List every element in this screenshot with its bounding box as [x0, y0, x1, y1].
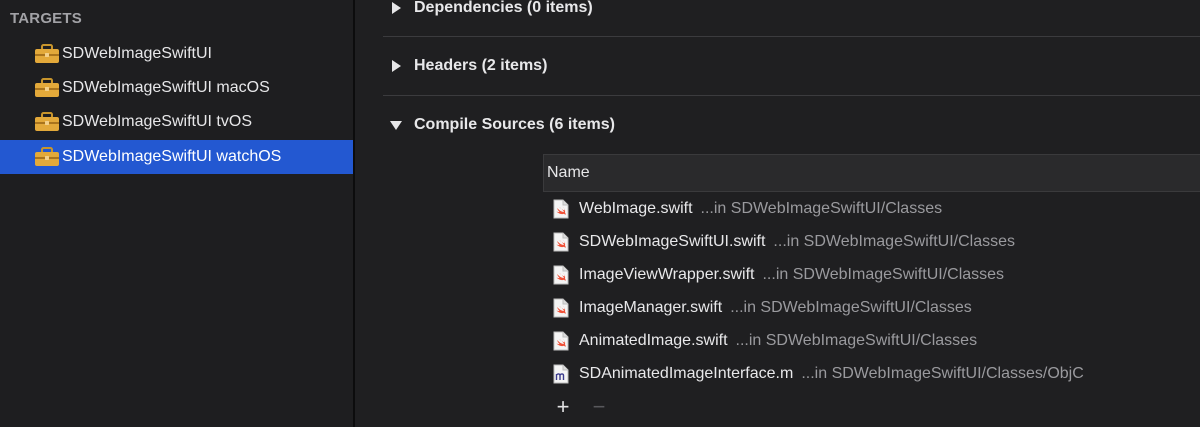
target-label: SDWebImageSwiftUI macOS: [62, 79, 270, 96]
table-row[interactable]: SDAnimatedImageInterface.m ...in SDWebIm…: [543, 357, 1200, 390]
phase-title: Dependencies (0 items): [414, 0, 593, 16]
file-location: ...in SDWebImageSwiftUI/Classes: [700, 199, 943, 217]
phase-separator: [383, 95, 1200, 96]
column-header-label: Name: [547, 164, 590, 181]
target-item-sdwebimageswiftui-watchos[interactable]: SDWebImageSwiftUI watchOS: [0, 140, 353, 174]
file-name: WebImage.swift: [579, 199, 693, 217]
targets-section-header: TARGETS: [10, 10, 82, 27]
toolbox-icon: [34, 78, 60, 98]
add-file-button[interactable]: +: [552, 396, 574, 418]
remove-file-button[interactable]: −: [588, 396, 610, 418]
swift-file-icon: [553, 331, 569, 351]
compile-sources-table: Name WebImage.swift ...in SDWebImageSwif…: [543, 154, 1200, 424]
disclosure-triangle-collapsed-icon[interactable]: [389, 1, 403, 15]
toolbox-icon: [34, 147, 60, 167]
swift-file-icon: [553, 199, 569, 219]
file-name: ImageManager.swift: [579, 298, 723, 316]
table-row[interactable]: ImageManager.swift ...in SDWebImageSwift…: [543, 291, 1200, 324]
target-item-sdwebimageswiftui-tvos[interactable]: SDWebImageSwiftUI tvOS: [0, 105, 353, 139]
file-name: SDWebImageSwiftUI.swift: [579, 232, 766, 250]
objc-file-icon: [553, 364, 569, 384]
file-location: ...in SDWebImageSwiftUI/Classes: [735, 331, 978, 349]
swift-file-icon: [553, 298, 569, 318]
file-name: ImageViewWrapper.swift: [579, 265, 755, 283]
target-label: SDWebImageSwiftUI watchOS: [62, 148, 282, 165]
phase-separator: [383, 36, 1200, 37]
file-location: ...in SDWebImageSwiftUI/Classes: [730, 298, 972, 316]
file-name: SDAnimatedImageInterface.m: [579, 364, 794, 382]
table-row[interactable]: SDWebImageSwiftUI.swift ...in SDWebImage…: [543, 225, 1200, 258]
table-header-name[interactable]: Name: [543, 154, 1200, 192]
disclosure-triangle-expanded-icon[interactable]: [389, 118, 403, 132]
table-row[interactable]: ImageViewWrapper.swift ...in SDWebImageS…: [543, 258, 1200, 291]
target-label: SDWebImageSwiftUI tvOS: [62, 113, 252, 130]
file-name: AnimatedImage.swift: [579, 331, 728, 349]
phase-title: Headers (2 items): [414, 57, 548, 74]
target-item-sdwebimageswiftui[interactable]: SDWebImageSwiftUI: [0, 37, 353, 71]
table-controls: + −: [543, 390, 1200, 424]
target-item-sdwebimageswiftui-macos[interactable]: SDWebImageSwiftUI macOS: [0, 71, 353, 105]
xcode-build-phases-window: TARGETS SDWebImageSwiftUI SDWebImageSwif…: [0, 0, 1200, 427]
file-location: ...in SDWebImageSwiftUI/Classes/ObjC: [801, 364, 1084, 382]
toolbox-icon: [34, 112, 60, 132]
table-row[interactable]: WebImage.swift ...in SDWebImageSwiftUI/C…: [543, 192, 1200, 225]
phase-headers[interactable]: Headers (2 items): [355, 56, 1200, 76]
phase-compile-sources[interactable]: Compile Sources (6 items): [355, 115, 1200, 135]
targets-sidebar: TARGETS SDWebImageSwiftUI SDWebImageSwif…: [0, 0, 353, 427]
file-location: ...in SDWebImageSwiftUI/Classes: [762, 265, 1005, 283]
phase-dependencies[interactable]: Dependencies (0 items): [355, 0, 1200, 18]
file-location: ...in SDWebImageSwiftUI/Classes: [773, 232, 1015, 250]
table-row[interactable]: AnimatedImage.swift ...in SDWebImageSwif…: [543, 324, 1200, 357]
swift-file-icon: [553, 265, 569, 285]
build-phases-pane: Dependencies (0 items) Headers (2 items)…: [355, 0, 1200, 427]
swift-file-icon: [553, 232, 569, 252]
target-label: SDWebImageSwiftUI: [62, 45, 212, 62]
disclosure-triangle-collapsed-icon[interactable]: [389, 59, 403, 73]
toolbox-icon: [34, 44, 60, 64]
phase-title: Compile Sources (6 items): [414, 116, 615, 133]
